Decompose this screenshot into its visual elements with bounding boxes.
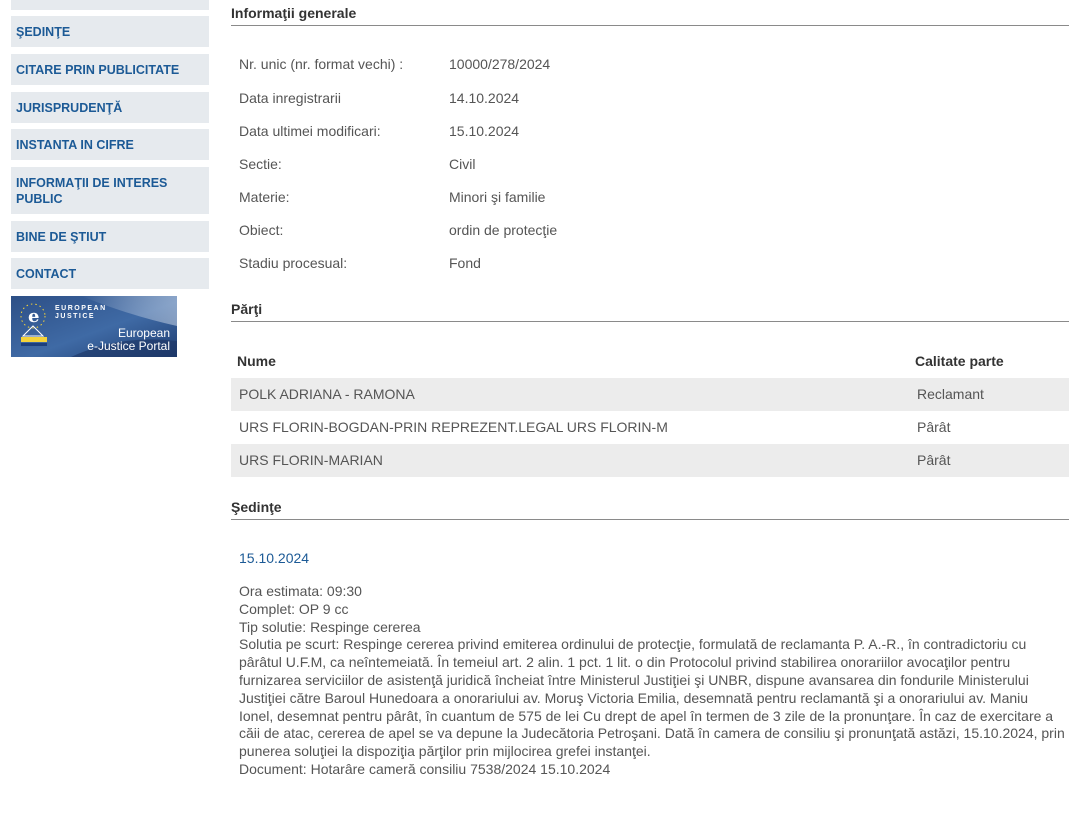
parties-title: Părţi — [231, 301, 1069, 322]
hearing-complet: Complet: OP 9 cc — [239, 600, 349, 617]
info-value: Fond — [449, 255, 481, 271]
party-role: Reclamant — [917, 386, 984, 402]
info-label: Obiect: — [239, 222, 284, 238]
banner-line-2: e-Justice Portal — [87, 339, 170, 353]
parties-col-name-header: Nume — [237, 353, 276, 369]
info-label: Data inregistrarii — [239, 90, 341, 106]
info-label: Materie: — [239, 189, 290, 205]
general-info-title: Informaţii generale — [231, 5, 1069, 26]
sidebar-item-label: ŞEDINŢE — [16, 24, 71, 39]
sidebar-item-label: CONTACT — [16, 266, 77, 281]
table-row: URS FLORIN-BOGDAN-PRIN REPREZENT.LEGAL U… — [231, 411, 1069, 444]
table-row: URS FLORIN-MARIAN Pârât — [231, 444, 1069, 477]
info-value: 14.10.2024 — [449, 90, 520, 106]
info-value: 10000/278/2024 — [449, 56, 551, 72]
hearing-tip-solutie: Tip solutie: Respinge cererea — [239, 618, 421, 635]
e-justice-portal-banner[interactable]: e EUROPEAN JUSTICE European e-Justice Po… — [11, 296, 177, 357]
sidebar-item-label: BINE DE ŞTIUT — [16, 229, 107, 244]
hearing-ora: Ora estimata: 09:30 — [239, 583, 362, 599]
sidebar-item-contact[interactable]: CONTACT — [11, 258, 209, 289]
hearing-document: Document: Hotarâre cameră consiliu 7538/… — [239, 760, 611, 777]
info-label: Data ultimei modificari: — [239, 123, 381, 139]
sidebar-item-informatii[interactable]: INFORMAŢII DE INTERES PUBLIC — [11, 167, 209, 214]
info-value: Minori şi familie — [449, 189, 546, 205]
parties-col-role-header: Calitate parte — [915, 353, 1004, 369]
sidebar-item-partial[interactable] — [11, 0, 209, 10]
hearings-title: Şedinţe — [231, 499, 1069, 520]
party-name: URS FLORIN-BOGDAN-PRIN REPREZENT.LEGAL U… — [239, 419, 668, 435]
sidebar-item-label: JURISPRUDENŢĂ — [16, 100, 123, 115]
sidebar-item-sedinte[interactable]: ŞEDINŢE — [11, 16, 209, 47]
sidebar-item-label: INFORMAŢII DE INTERES PUBLIC — [16, 175, 168, 206]
banner-logo-top: EUROPEAN — [55, 305, 107, 312]
table-row: POLK ADRIANA - RAMONA Reclamant — [231, 378, 1069, 411]
party-role: Pârât — [917, 452, 951, 468]
sidebar-item-instanta[interactable]: INSTANTA IN CIFRE — [11, 129, 209, 160]
svg-text:e: e — [28, 306, 39, 327]
sidebar-item-citare[interactable]: CITARE PRIN PUBLICITATE — [11, 54, 209, 85]
party-name: URS FLORIN-MARIAN — [239, 452, 383, 468]
hearing-solutie: Solutia pe scurt: Respinge cererea privi… — [239, 636, 1065, 760]
sidebar-item-label: INSTANTA IN CIFRE — [16, 137, 134, 152]
info-value: Civil — [449, 156, 476, 172]
info-label: Stadiu procesual: — [239, 255, 348, 271]
info-label: Sectie: — [239, 156, 282, 172]
sidebar-nav: ŞEDINŢE CITARE PRIN PUBLICITATE JURISPRU… — [0, 0, 220, 365]
info-value: ordin de protecţie — [449, 222, 558, 238]
sidebar-item-label: CITARE PRIN PUBLICITATE — [16, 62, 180, 77]
hearing-date-link[interactable]: 15.10.2024 — [239, 550, 309, 566]
case-details: Informaţii generale Nr. unic (nr. format… — [231, 0, 1069, 821]
banner-logo-bottom: JUSTICE — [55, 313, 96, 320]
info-value: 15.10.2024 — [449, 123, 520, 139]
party-name: POLK ADRIANA - RAMONA — [239, 386, 415, 402]
sidebar-item-bine-de-stiut[interactable]: BINE DE ŞTIUT — [11, 221, 209, 252]
party-role: Pârât — [917, 419, 951, 435]
hearing-details: Ora estimata: 09:30 Complet: OP 9 cc Tip… — [239, 583, 1065, 779]
info-label: Nr. unic (nr. format vechi) : — [239, 56, 404, 72]
sidebar-item-jurisprudenta[interactable]: JURISPRUDENŢĂ — [11, 92, 209, 123]
